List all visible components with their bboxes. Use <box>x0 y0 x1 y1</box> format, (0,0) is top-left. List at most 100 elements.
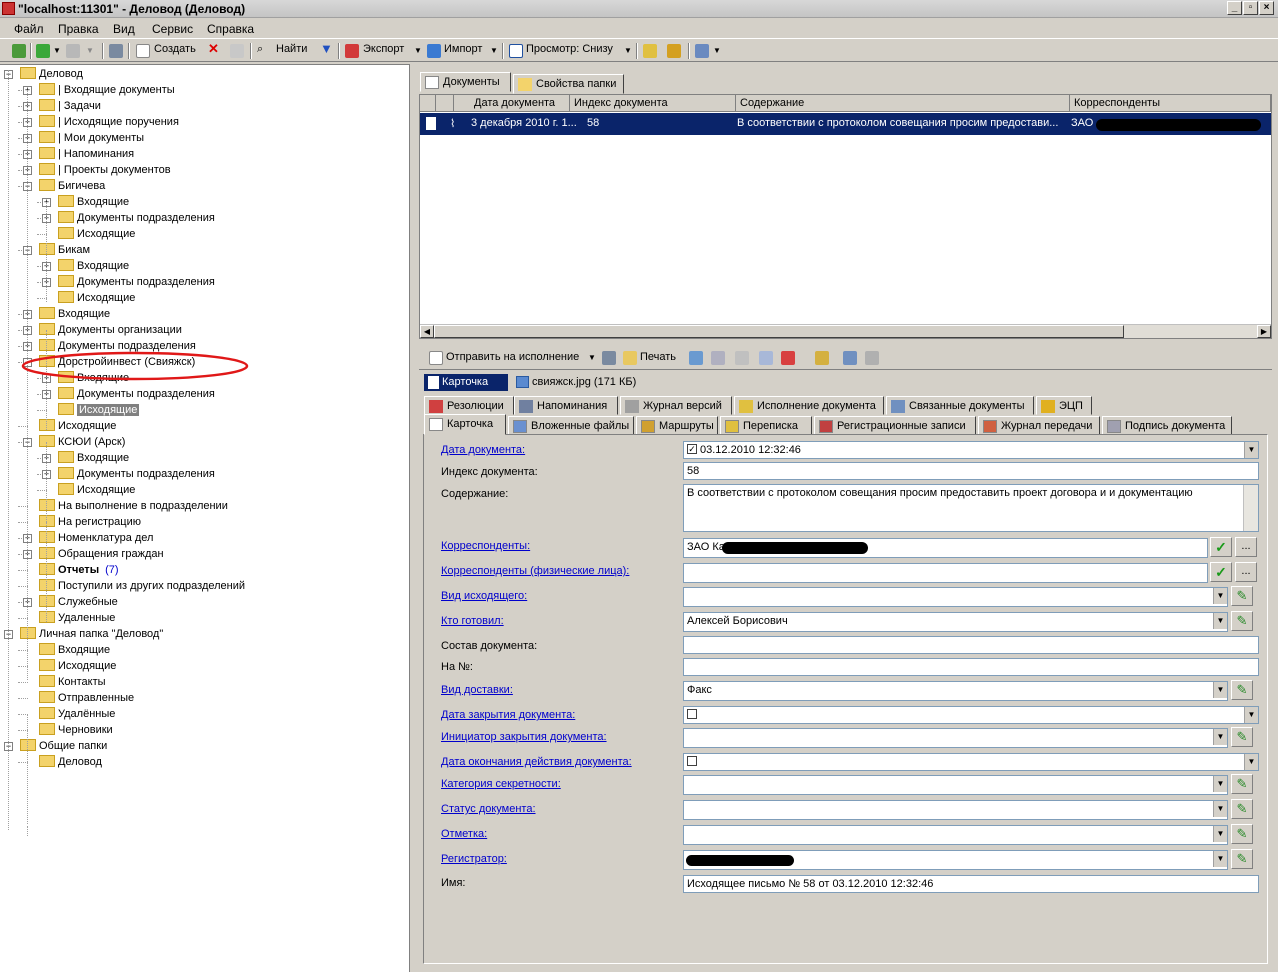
tree-item[interactable]: Общие папки <box>20 738 107 754</box>
route-icon[interactable] <box>815 351 829 365</box>
tree-item[interactable]: Служебные <box>39 594 118 610</box>
filter-icon[interactable]: ▼ <box>320 41 333 56</box>
tree-item[interactable]: Входящие <box>39 306 110 322</box>
browse-button[interactable]: ... <box>1235 562 1257 582</box>
settings-dropdown-icon[interactable]: ▼ <box>713 46 721 55</box>
tree-item[interactable]: Исходящие <box>58 290 135 306</box>
checkbox[interactable]: ✓ <box>687 444 697 455</box>
tree-item[interactable]: Контакты <box>39 674 106 690</box>
browse-button[interactable]: ... <box>1235 537 1257 557</box>
edit-pencil-icon[interactable]: ✎ <box>1231 849 1253 869</box>
label-secrecy[interactable]: Категория секретности: <box>441 778 561 790</box>
tree-item[interactable]: КСЮИ (Арск) <box>39 434 125 450</box>
label-docDate[interactable]: Дата документа: <box>441 444 525 456</box>
tree-item[interactable]: На регистрацию <box>39 514 141 530</box>
tab-folder-properties[interactable]: Свойства папки <box>513 74 624 94</box>
tools-icon[interactable] <box>865 351 879 365</box>
horizontal-scrollbar[interactable]: ◀ ▶ <box>420 324 1271 338</box>
tab-attached-file[interactable]: свияжск.jpg (171 КБ) <box>514 374 636 391</box>
menu-edit[interactable]: Правка <box>58 22 99 36</box>
copy-icon[interactable] <box>711 351 725 365</box>
tree-item[interactable]: Документы подразделения <box>58 466 215 482</box>
tree-item[interactable]: Деловод <box>39 754 102 770</box>
dropdown-arrow-icon[interactable]: ▼ <box>1213 851 1227 867</box>
tree-item[interactable]: Черновики <box>39 722 113 738</box>
tree-item[interactable]: Бигичева <box>39 178 105 194</box>
tree-item[interactable]: На выполнение в подразделении <box>39 498 228 514</box>
tree-item[interactable]: | Проекты документов <box>39 162 171 178</box>
view-mode-button[interactable]: Просмотр: Снизу <box>526 43 613 55</box>
tab-document-signature[interactable]: Подпись документа <box>1102 416 1232 435</box>
send-for-execution-button[interactable]: Отправить на исполнение <box>446 351 579 363</box>
tree-item[interactable]: Документы подразделения <box>58 386 215 402</box>
tree-item[interactable]: Отправленные <box>39 690 134 706</box>
edit-pencil-icon[interactable]: ✎ <box>1231 586 1253 606</box>
tree-item[interactable]: Исходящие <box>58 402 140 418</box>
label-outType[interactable]: Вид исходящего: <box>441 590 527 602</box>
properties-icon[interactable] <box>230 44 244 58</box>
edit-pencil-icon[interactable]: ✎ <box>1231 824 1253 844</box>
print-button[interactable]: Печать <box>640 351 676 363</box>
dropdown-arrow-icon[interactable]: ▼ <box>1213 613 1227 629</box>
label-corrPersons[interactable]: Корреспонденты (физические лица): <box>441 565 629 577</box>
tree-item[interactable]: Документы подразделения <box>58 210 215 226</box>
tree-item[interactable]: | Мои документы <box>39 130 144 146</box>
dropdown-arrow-icon[interactable]: ▼ <box>1213 588 1227 604</box>
vertical-scrollbar[interactable] <box>1243 485 1258 531</box>
checkbox[interactable] <box>687 756 697 767</box>
tree-item[interactable]: Входящие <box>39 642 110 658</box>
tree-item[interactable]: | Исходящие поручения <box>39 114 179 130</box>
edit-pencil-icon[interactable]: ✎ <box>1231 611 1253 631</box>
edit-pencil-icon[interactable]: ✎ <box>1231 727 1253 747</box>
dropdown-arrow-icon[interactable]: ▼ <box>1213 826 1227 842</box>
forward-arrow-icon[interactable] <box>66 44 80 58</box>
pdf-icon[interactable] <box>781 351 795 365</box>
tree-item[interactable]: Номенклатура дел <box>39 530 153 546</box>
tree-item[interactable]: Исходящие <box>39 418 116 434</box>
back-dropdown-icon[interactable]: ▼ <box>53 46 61 55</box>
export-button[interactable]: Экспорт <box>363 43 404 55</box>
checkmark-icon[interactable]: ✓ <box>1210 537 1232 557</box>
close-button[interactable]: × <box>1259 1 1274 15</box>
label-corr[interactable]: Корреспонденты: <box>441 540 530 552</box>
menu-help[interactable]: Справка <box>207 22 254 36</box>
create-button[interactable]: Создать <box>154 43 196 55</box>
field-composition[interactable] <box>683 636 1259 654</box>
tree-item[interactable]: | Напоминания <box>39 146 134 162</box>
export-dropdown-icon[interactable]: ▼ <box>414 46 422 55</box>
settings-icon[interactable] <box>695 44 709 58</box>
col-correspondents[interactable]: Корреспонденты <box>1070 95 1271 112</box>
tree-item[interactable]: Личная папка "Деловод" <box>20 626 163 642</box>
menu-file[interactable]: Файл <box>14 22 44 36</box>
minimize-button[interactable]: _ <box>1227 1 1242 15</box>
col-doc-icon[interactable] <box>420 95 436 112</box>
edit-pencil-icon[interactable]: ✎ <box>1231 799 1253 819</box>
tab-attached-files[interactable]: Вложенные файлы <box>508 416 634 435</box>
tab-reminders[interactable]: Напоминания <box>514 396 618 415</box>
import-button[interactable]: Импорт <box>444 43 482 55</box>
field-closeDate[interactable]: ▼ <box>683 706 1259 724</box>
tree-item[interactable]: Удалённые <box>39 706 115 722</box>
dropdown-arrow-icon[interactable]: ▼ <box>1213 682 1227 698</box>
find-button[interactable]: Найти <box>276 43 307 55</box>
refresh-icon[interactable] <box>12 44 26 58</box>
back-arrow-icon[interactable] <box>36 44 50 58</box>
edit-icon[interactable] <box>689 351 703 365</box>
tree-item[interactable]: Входящие <box>58 194 129 210</box>
label-expiryDate[interactable]: Дата окончания действия документа: <box>441 756 632 768</box>
field-corrPersons[interactable] <box>683 563 1208 583</box>
field-toNumber[interactable] <box>683 658 1259 676</box>
menu-service[interactable]: Сервис <box>152 22 193 36</box>
field-expiryDate[interactable]: ▼ <box>683 753 1259 771</box>
dropdown-arrow-icon[interactable]: ▼ <box>1213 776 1227 792</box>
tab-card-selected[interactable]: Карточка <box>424 374 508 391</box>
forward-dropdown-icon[interactable]: ▼ <box>86 46 94 55</box>
field-docIndex[interactable]: 58 <box>683 462 1259 480</box>
tree-item[interactable]: Входящие <box>58 258 129 274</box>
tree-item[interactable]: Входящие <box>58 450 129 466</box>
field-content[interactable]: В соответствии с протоколом совещания пр… <box>683 484 1259 532</box>
dropdown-arrow-icon[interactable]: ▼ <box>1244 707 1258 723</box>
tree-item[interactable]: Исходящие <box>39 658 116 674</box>
edit-pencil-icon[interactable]: ✎ <box>1231 774 1253 794</box>
scan-icon[interactable] <box>759 351 773 365</box>
